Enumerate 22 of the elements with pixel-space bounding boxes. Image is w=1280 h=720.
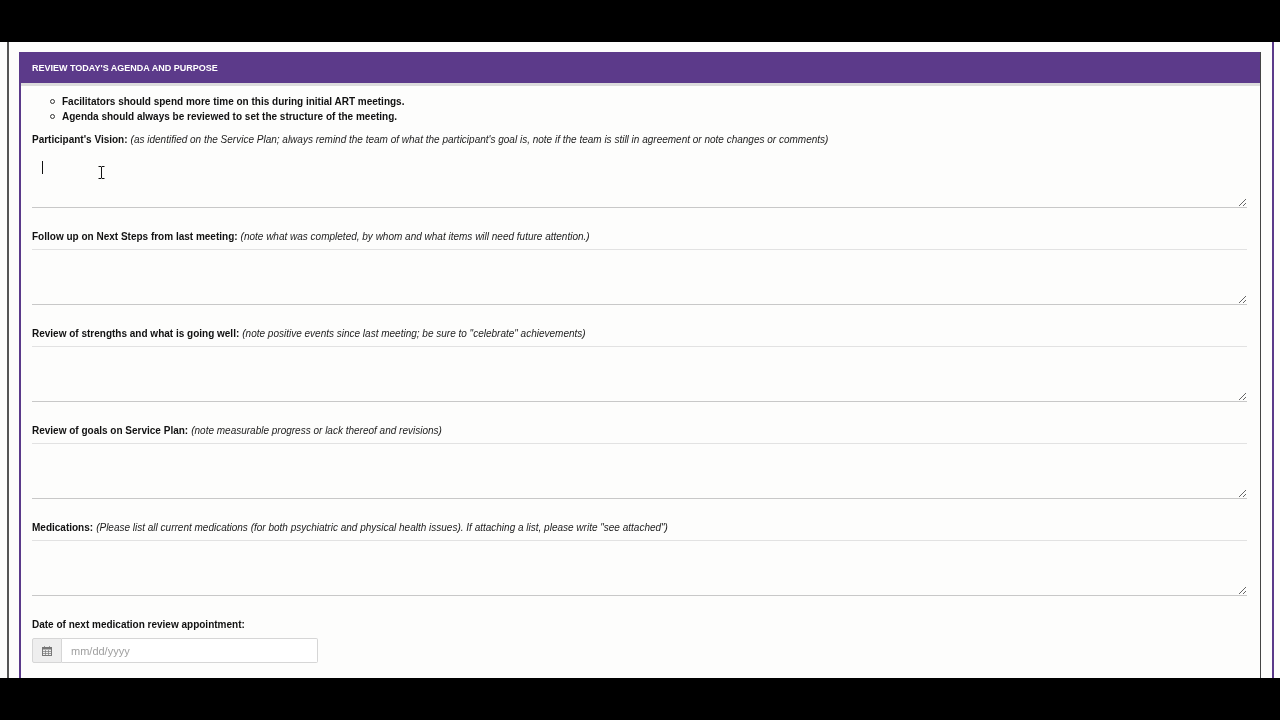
hint-text: (note measurable progress or lack thereof and revisions) [191, 424, 442, 438]
calendar-icon[interactable] [32, 638, 62, 663]
text-area[interactable] [32, 443, 1247, 499]
field-label: Medications: [32, 521, 94, 535]
hint-text: (note positive events since last meeting; be sure to "celebrate" achievements) [242, 327, 586, 341]
hint-text: (note what was completed, by whom and what items will need future attention.) [240, 230, 590, 244]
text-cursor-icon [98, 166, 105, 179]
date-field[interactable]: mm/dd/yyyy [62, 638, 318, 663]
field-label: Follow up on Next Steps from last meeting: [32, 230, 238, 244]
bullet-text: Agenda should always be reviewed to set the structure of the meeting. [62, 110, 398, 124]
hint-text: (Please list all current medications (for both psychiatric and physical health issues). If attaching a list, please write "see attached") [96, 521, 668, 535]
text-area[interactable] [32, 249, 1247, 305]
bullet-text: Facilitators should spend more time on this during initial ART meetings. [62, 95, 405, 109]
field-label: Review of strengths and what is going well: [32, 327, 240, 341]
text-caret [42, 161, 43, 174]
text-area[interactable] [32, 346, 1247, 402]
field-label: Date of next medication review appointment: [32, 618, 245, 632]
text-area[interactable] [32, 540, 1247, 596]
panel-title: REVIEW TODAY'S AGENDA AND PURPOSE [32, 61, 218, 74]
hint-text: (as identified on the Service Plan; always remind the team of what the participant's goal is, note if the team is still in agreement or note changes or comments) [130, 133, 829, 147]
field-label: Review of goals on Service Plan: [32, 424, 189, 438]
field-label: Participant's Vision: [32, 133, 128, 147]
